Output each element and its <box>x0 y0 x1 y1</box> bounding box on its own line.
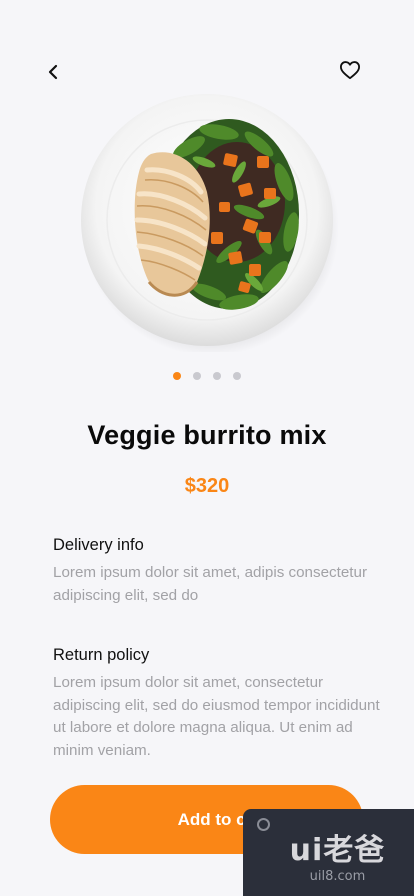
product-price: $320 <box>184 475 230 497</box>
product-image <box>79 92 339 356</box>
product-detail-screen: Veggie burrito mix $320 Delivery info Lo… <box>0 0 414 896</box>
delivery-info-title: Delivery info <box>53 536 144 554</box>
favorite-button[interactable] <box>336 56 364 84</box>
return-policy-body: Lorem ipsum dolor sit amet, consectetur … <box>53 674 380 759</box>
return-policy-title: Return policy <box>53 646 150 664</box>
carousel-dot[interactable] <box>213 372 221 380</box>
carousel-dot[interactable] <box>193 372 201 380</box>
watermark-ring-icon <box>257 818 270 831</box>
heart-outline-icon <box>339 61 360 80</box>
watermark-badge: ui老爸 uil8.com <box>243 809 414 896</box>
watermark-logo: ui老爸 <box>289 833 386 868</box>
carousel-dot[interactable] <box>173 372 181 380</box>
back-button[interactable] <box>40 58 68 86</box>
carousel-indicator <box>0 372 414 380</box>
chevron-left-icon <box>48 64 58 80</box>
salad-plate-image <box>81 94 339 356</box>
watermark-url: uil8.com <box>309 869 366 884</box>
carousel-dot[interactable] <box>233 372 241 380</box>
product-title: Veggie burrito mix <box>87 420 327 450</box>
delivery-info-body: Lorem ipsum dolor sit amet, adipis conse… <box>53 564 368 604</box>
